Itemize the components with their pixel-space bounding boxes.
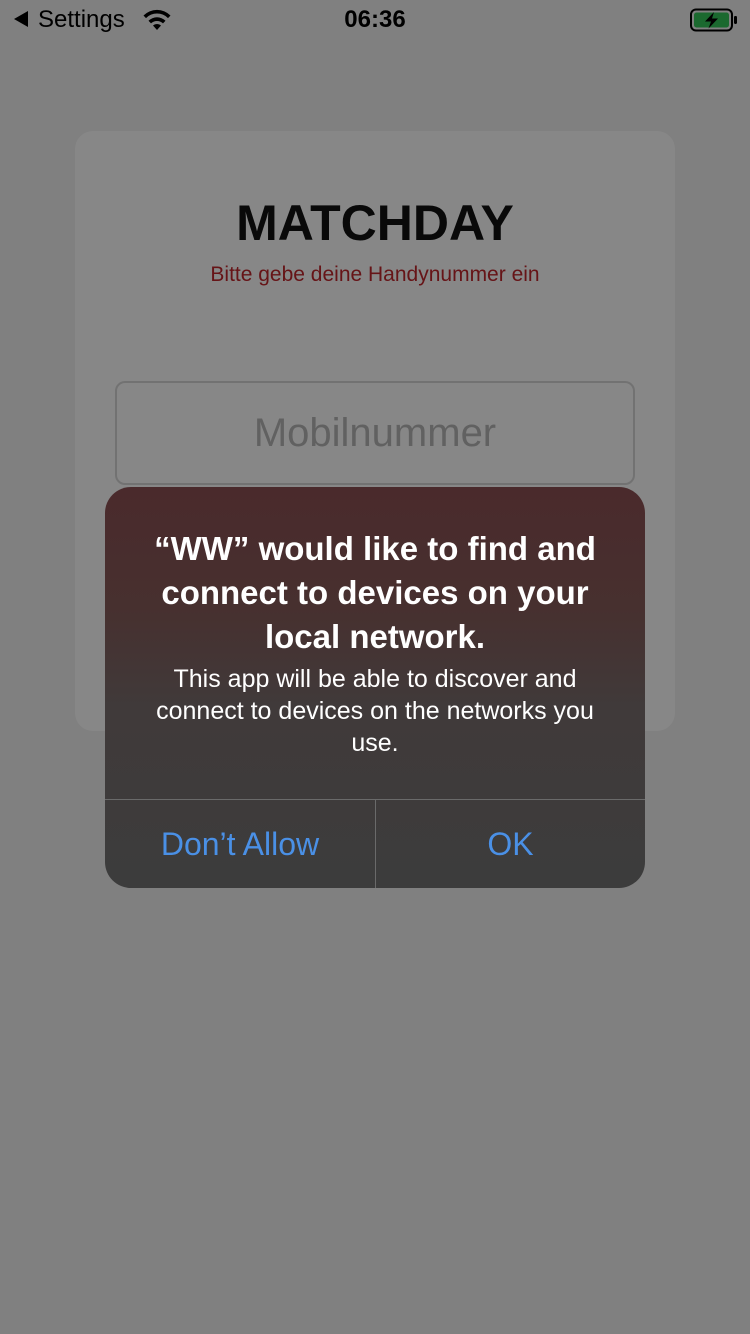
local-network-permission-alert: “WW” would like to find and connect to d… <box>105 487 645 888</box>
ok-button[interactable]: OK <box>376 800 645 888</box>
dont-allow-button[interactable]: Don’t Allow <box>105 800 375 888</box>
alert-title: “WW” would like to find and connect to d… <box>154 530 596 655</box>
alert-message: This app will be able to discover and co… <box>156 665 594 757</box>
